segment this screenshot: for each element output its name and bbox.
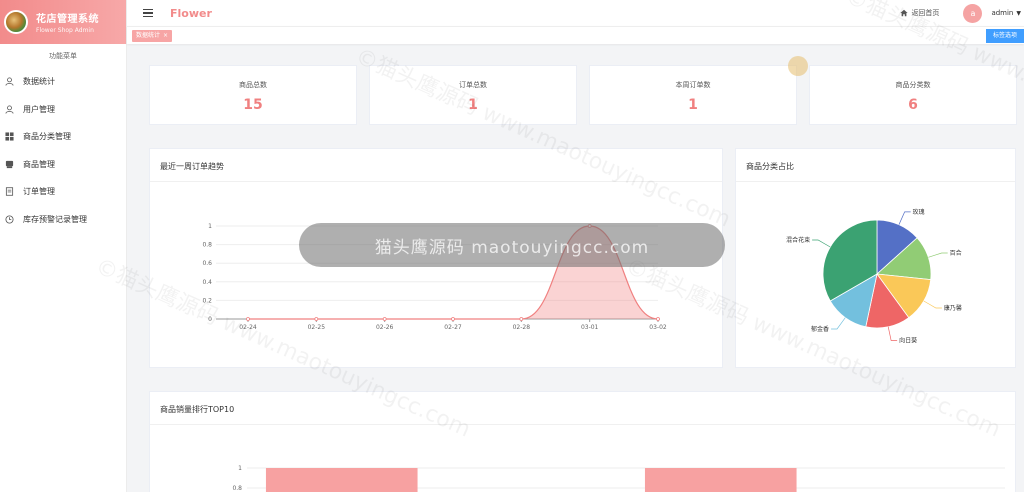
x-tick-label: 02-26 <box>376 324 394 331</box>
brand-subtitle: Flower Shop Admin <box>36 27 94 34</box>
top-header: Flower 返回首页 a admin ▼ <box>127 0 1024 26</box>
data-point <box>656 317 660 321</box>
y-tick-label: 0.8 <box>232 485 242 492</box>
y-tick-label: 1 <box>238 465 242 472</box>
stat-label: 订单总数 <box>459 81 487 89</box>
bar <box>265 468 418 492</box>
category-pie-chart: 玫瑰百合康乃馨向日葵 郁金香 混合花束 <box>786 208 962 345</box>
data-point <box>519 317 524 321</box>
sidebar-item-label: 商品分类管理 <box>23 132 71 142</box>
pie-label-line <box>831 317 846 330</box>
stat-card-products: 商品总数 15 <box>149 65 357 125</box>
pie-label-line <box>898 211 911 225</box>
pie-label: 康乃馨 <box>944 304 962 312</box>
chevron-down-icon[interactable]: ▼ <box>1016 10 1021 17</box>
sidebar: 花店管理系统 Flower Shop Admin 功能菜单 数据统计 用户管理 … <box>0 0 127 492</box>
x-tick-label: 03-01 <box>581 324 599 331</box>
y-tick-label: 1 <box>208 223 212 230</box>
stat-card-orders: 订单总数 1 <box>369 65 577 125</box>
bar <box>644 468 797 492</box>
y-tick-label: 0.8 <box>202 242 212 249</box>
data-point <box>382 317 387 321</box>
pie-label-line <box>812 239 831 248</box>
sales-top10-chart: 10.8 <box>232 465 1005 492</box>
y-tick-label: 0.4 <box>202 279 212 286</box>
x-tick-label: 02-28 <box>513 324 531 331</box>
grid-icon <box>4 132 14 142</box>
y-tick-label: 0.6 <box>202 260 212 267</box>
stat-card-categories: 商品分类数 6 <box>809 65 1017 125</box>
x-tick-label: 02-25 <box>308 324 326 331</box>
header-right: 返回首页 a admin ▼ <box>900 0 1024 26</box>
home-link[interactable]: 返回首页 <box>900 8 939 18</box>
stat-value: 6 <box>908 97 918 113</box>
home-link-label: 返回首页 <box>911 9 940 17</box>
sidebar-item-categories[interactable]: 商品分类管理 <box>0 123 126 151</box>
user-icon <box>4 104 14 114</box>
pie-label-line <box>923 300 942 309</box>
pie-label-line <box>887 326 898 341</box>
sidebar-item-stock-alerts[interactable]: 库存预警记录管理 <box>0 206 126 234</box>
sidebar-item-label: 用户管理 <box>23 104 55 114</box>
sales-top10-panel: 商品销量排行TOP10 1 0.8 <box>149 391 1016 492</box>
stat-value: 1 <box>688 97 698 113</box>
home-icon <box>900 9 909 17</box>
y-tick-label: 0 <box>208 316 212 323</box>
brand-title: 花店管理系统 <box>36 14 99 25</box>
tags-options-button[interactable]: 标签选项 <box>986 29 1024 43</box>
box-icon <box>4 159 14 169</box>
y-tick-label: 0.2 <box>202 297 212 304</box>
pie-label: 玫瑰 <box>913 208 925 216</box>
user-icon <box>4 77 14 87</box>
tab-label: 数据统计 <box>136 32 161 39</box>
brand-header[interactable]: 花店管理系统 Flower Shop Admin <box>0 0 126 44</box>
pie-label-line <box>928 252 948 258</box>
sidebar-item-statistics[interactable]: 数据统计 <box>0 68 126 96</box>
pie-label: 混合花束 <box>786 236 810 244</box>
pie-label: 向日葵 <box>899 337 917 345</box>
sidebar-item-label: 库存预警记录管理 <box>23 214 87 224</box>
pie-label: 百合 <box>950 249 962 257</box>
brand-text: 花店管理系统 Flower Shop Admin <box>36 10 99 34</box>
watermark-banner: 猫头鹰源码 maotouyingcc.com <box>299 223 725 267</box>
data-point <box>314 317 319 321</box>
sidebar-item-orders[interactable]: 订单管理 <box>0 178 126 206</box>
avatar[interactable]: a <box>963 3 983 23</box>
user-name[interactable]: admin <box>991 9 1013 17</box>
sidebar-item-label: 订单管理 <box>23 187 55 197</box>
data-point <box>246 317 250 321</box>
close-icon[interactable]: × <box>163 30 168 42</box>
stat-value: 1 <box>468 97 478 113</box>
stat-label: 商品总数 <box>239 81 267 89</box>
x-tick-label: 02-27 <box>444 324 462 331</box>
brand-logo <box>4 10 28 34</box>
stat-label: 商品分类数 <box>895 81 931 89</box>
sidebar-item-label: 商品管理 <box>23 159 55 169</box>
x-tick-label: 02-24 <box>239 324 257 331</box>
category-pie-panel: 商品分类占比 玫瑰 百合 康乃馨 向日葵 郁金香 混合花束 <box>735 148 1016 368</box>
sidebar-item-users[interactable]: 用户管理 <box>0 96 126 124</box>
menu-toggle-icon[interactable] <box>143 7 153 20</box>
clock-icon <box>4 214 14 224</box>
x-tick-label: 03-02 <box>649 324 667 331</box>
cursor-highlight <box>788 56 808 76</box>
data-point <box>451 317 455 321</box>
document-icon <box>4 187 14 197</box>
app-name: Flower <box>170 6 212 20</box>
stat-card-week-orders: 本周订单数 1 <box>589 65 797 125</box>
menu-header: 功能菜单 <box>49 52 77 60</box>
tags-bar: 数据统计 × 标签选项 <box>127 26 1024 44</box>
sidebar-item-products[interactable]: 商品管理 <box>0 151 126 179</box>
pie-label: 郁金香 <box>811 325 829 333</box>
sidebar-item-label: 数据统计 <box>23 77 55 87</box>
stat-label: 本周订单数 <box>675 81 711 89</box>
stat-value: 15 <box>243 97 263 113</box>
tab-statistics[interactable]: 数据统计 × <box>132 30 173 42</box>
